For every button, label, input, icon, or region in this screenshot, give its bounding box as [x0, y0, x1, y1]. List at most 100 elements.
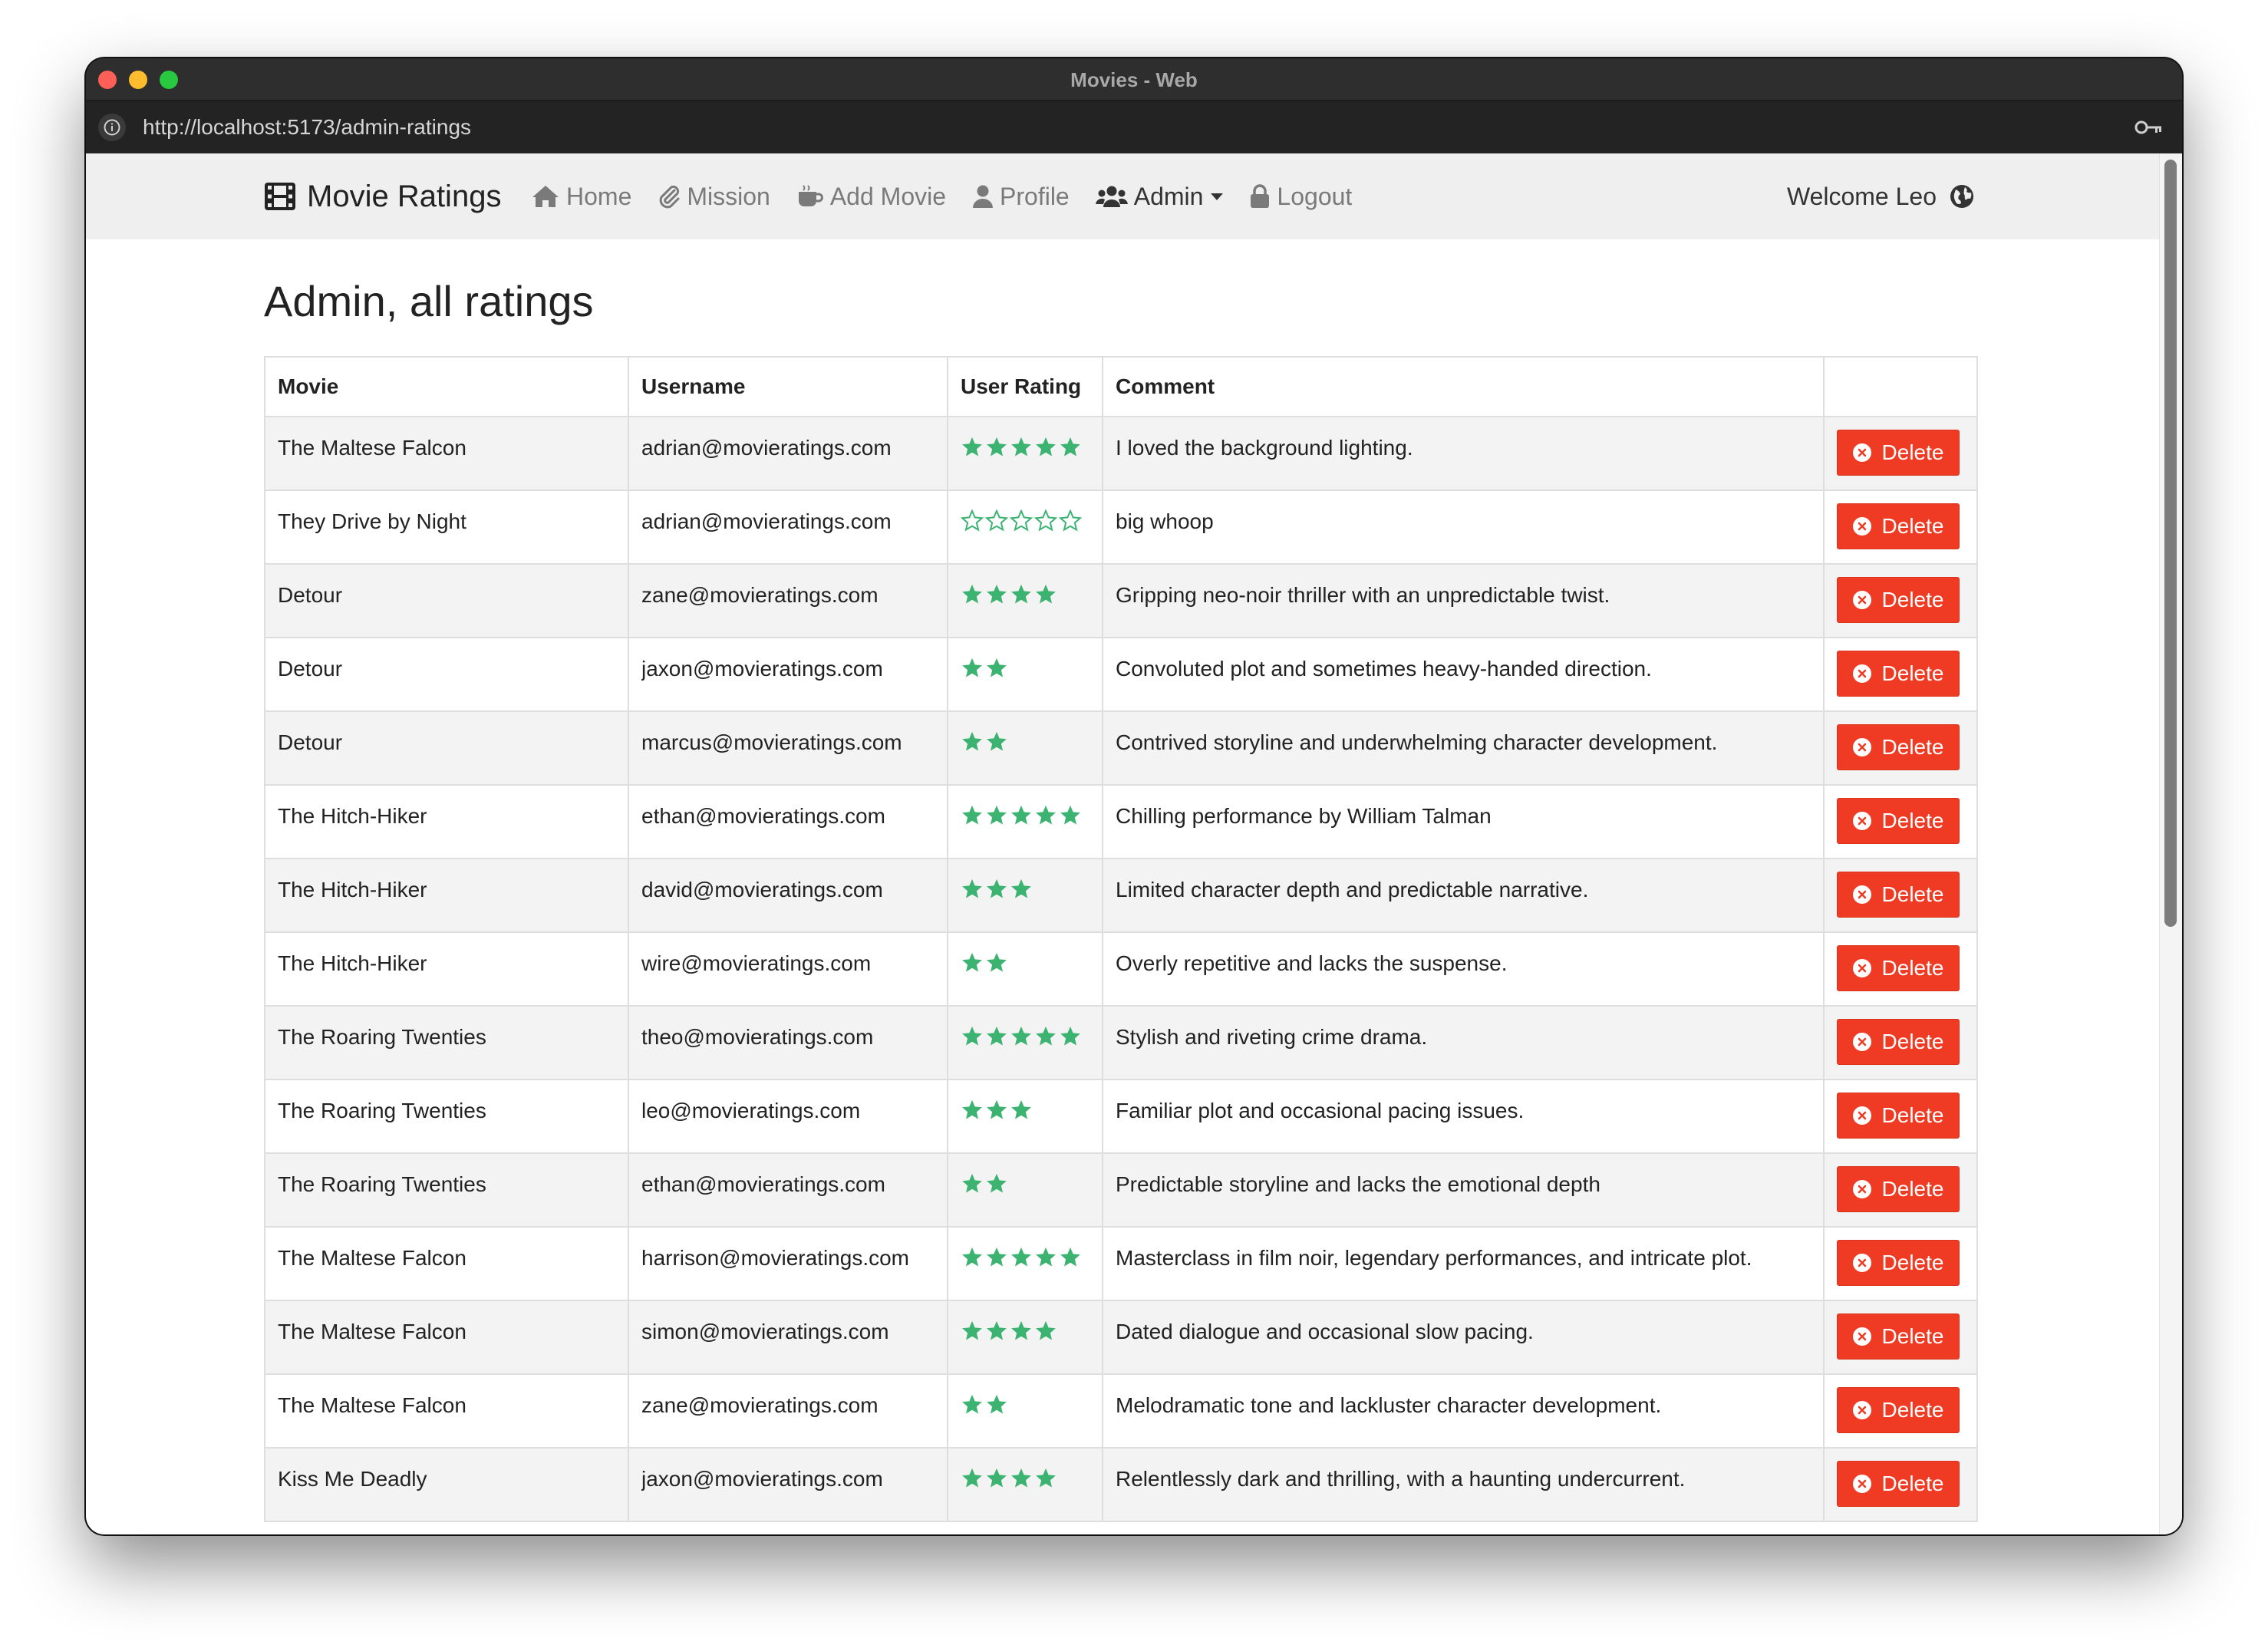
- key-icon[interactable]: [2134, 117, 2164, 142]
- table-row: The Roaring Twenties theo@movieratings.co…: [264, 1005, 1978, 1080]
- delete-button-label: Delete: [1881, 735, 1944, 759]
- nav-user-area: Welcome Leo: [1787, 153, 1975, 239]
- delete-button[interactable]: Delete: [1837, 1093, 1960, 1139]
- comment-cell: Masterclass in film noir, legendary perf…: [1102, 1226, 1825, 1301]
- star-icon: [987, 1026, 1007, 1046]
- browser-window: Movies - Web http://localhost:5173/admin…: [86, 58, 2182, 1534]
- user-rating-cell: [947, 710, 1103, 786]
- star-rating: [961, 417, 1082, 459]
- action-cell: Delete: [1823, 1447, 1978, 1522]
- nav-logout[interactable]: Logout: [1249, 183, 1352, 211]
- delete-button[interactable]: Delete: [1837, 430, 1960, 476]
- star-icon: [1060, 805, 1080, 825]
- scrollbar[interactable]: [2159, 153, 2182, 1534]
- delete-button[interactable]: Delete: [1837, 577, 1960, 623]
- delete-button[interactable]: Delete: [1837, 1387, 1960, 1433]
- username: zane@movieratings.com: [641, 1393, 879, 1417]
- action-cell: Delete: [1823, 563, 1978, 638]
- delete-button-label: Delete: [1881, 882, 1944, 906]
- delete-button[interactable]: Delete: [1837, 724, 1960, 770]
- comment: Masterclass in film noir, legendary perf…: [1116, 1246, 1752, 1270]
- comment: Stylish and riveting crime drama.: [1116, 1025, 1428, 1049]
- star-icon: [1036, 1026, 1056, 1046]
- star-icon: [962, 658, 982, 677]
- user-rating-cell: [947, 489, 1103, 565]
- user-rating-cell: [947, 1447, 1103, 1522]
- delete-button[interactable]: Delete: [1837, 872, 1960, 918]
- nav-mission[interactable]: Mission: [658, 183, 770, 211]
- delete-button[interactable]: Delete: [1837, 1461, 1960, 1507]
- star-rating: [961, 1154, 1008, 1195]
- scrollbar-thumb[interactable]: [2164, 160, 2177, 927]
- delete-button[interactable]: Delete: [1837, 651, 1960, 697]
- star-icon: [962, 952, 982, 972]
- user-rating-cell: [947, 931, 1103, 1007]
- delete-button[interactable]: Delete: [1837, 1240, 1960, 1286]
- star-rating: [961, 786, 1082, 827]
- action-cell: Delete: [1823, 489, 1978, 565]
- delete-button[interactable]: Delete: [1837, 1166, 1960, 1212]
- comment-cell: I loved the background lighting.: [1102, 416, 1825, 491]
- star-icon: [1011, 878, 1031, 898]
- table-header-row: Movie Username User Rating Comment: [264, 356, 1978, 417]
- star-icon: [962, 1320, 982, 1340]
- star-icon: [962, 437, 982, 456]
- column-header-actions: [1823, 356, 1978, 417]
- movie-title-cell: Detour: [264, 563, 629, 638]
- star-icon: [1011, 1026, 1031, 1046]
- movie-title-cell: The Hitch-Hiker: [264, 931, 629, 1007]
- comment-cell: Convoluted plot and sometimes heavy-hand…: [1102, 637, 1825, 712]
- user-rating-cell: [947, 1152, 1103, 1228]
- page-viewport: Movie Ratings Home Mission Add Movie Pro…: [86, 153, 2182, 1534]
- movie-title-cell: Kiss Me Deadly: [264, 1447, 629, 1522]
- x-circle-icon: [1852, 591, 1871, 609]
- user-rating-cell: [947, 637, 1103, 712]
- movie-title: Detour: [278, 583, 343, 607]
- comment: big whoop: [1116, 509, 1214, 533]
- table-row: The Hitch-Hiker ethan@movieratings.com Chi…: [264, 784, 1978, 859]
- username: zane@movieratings.com: [641, 583, 879, 607]
- star-icon: [987, 952, 1007, 972]
- nav-mission-label: Mission: [687, 182, 770, 210]
- nav-admin-dropdown[interactable]: Admin: [1095, 183, 1224, 211]
- delete-button-label: Delete: [1881, 661, 1944, 685]
- nav-add-movie[interactable]: Add Movie: [796, 183, 946, 211]
- url-text[interactable]: http://localhost:5173/admin-ratings: [143, 101, 471, 153]
- star-icon: [962, 1026, 982, 1046]
- table-row: The Roaring Twenties ethan@movieratings.c…: [264, 1152, 1978, 1228]
- username-cell: simon@movieratings.com: [628, 1300, 948, 1375]
- comment: Dated dialogue and occasional slow pacin…: [1116, 1320, 1534, 1343]
- info-icon[interactable]: [98, 114, 126, 141]
- x-circle-icon: [1852, 812, 1871, 830]
- nav-profile[interactable]: Profile: [972, 183, 1070, 211]
- star-icon: [1060, 1247, 1080, 1267]
- action-cell: Delete: [1823, 1373, 1978, 1449]
- title-bar: Movies - Web: [86, 58, 2182, 101]
- delete-button[interactable]: Delete: [1837, 798, 1960, 844]
- paperclip-icon: [660, 185, 680, 209]
- delete-button[interactable]: Delete: [1837, 1019, 1960, 1065]
- action-cell: Delete: [1823, 1079, 1978, 1154]
- column-header-comment: Comment: [1102, 356, 1825, 417]
- username: harrison@movieratings.com: [641, 1246, 909, 1270]
- x-circle-icon: [1852, 1254, 1871, 1272]
- globe-icon[interactable]: [1949, 183, 1975, 209]
- username-cell: wire@movieratings.com: [628, 931, 948, 1007]
- comment: Limited character depth and predictable …: [1116, 878, 1589, 901]
- table-row: The Hitch-Hiker david@movieratings.com Lim…: [264, 858, 1978, 933]
- star-rating: [961, 565, 1057, 606]
- brand-link[interactable]: Movie Ratings: [264, 153, 501, 239]
- star-icon: [987, 1320, 1007, 1340]
- action-cell: Delete: [1823, 710, 1978, 786]
- nav-home[interactable]: Home: [531, 183, 631, 211]
- delete-button[interactable]: Delete: [1837, 945, 1960, 991]
- comment-cell: Predictable storyline and lacks the emot…: [1102, 1152, 1825, 1228]
- address-bar[interactable]: http://localhost:5173/admin-ratings: [86, 101, 2182, 153]
- star-outline-icon: [1034, 509, 1057, 532]
- star-icon: [1036, 1468, 1056, 1488]
- action-cell: Delete: [1823, 1152, 1978, 1228]
- username: wire@movieratings.com: [641, 951, 872, 975]
- delete-button[interactable]: Delete: [1837, 503, 1960, 549]
- star-rating: [961, 1007, 1082, 1048]
- delete-button[interactable]: Delete: [1837, 1313, 1960, 1360]
